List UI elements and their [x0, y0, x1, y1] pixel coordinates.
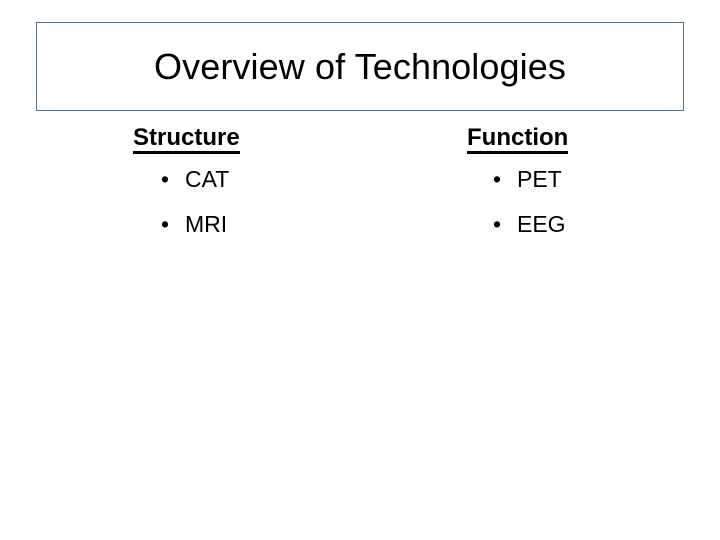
content-body: Structure • CAT • MRI Function • PET • E…	[36, 126, 684, 426]
column-heading-function: Function	[467, 126, 569, 154]
page-title: Overview of Technologies	[154, 45, 566, 87]
title-placeholder[interactable]: Overview of Technologies	[36, 22, 684, 111]
list-item-label: PET	[517, 166, 562, 192]
list-item: • CAT	[161, 168, 360, 191]
list-item: • EEG	[493, 213, 684, 236]
column-function: Function • PET • EEG	[360, 126, 684, 236]
column-heading-structure: Structure	[133, 126, 240, 154]
list-item-label: MRI	[185, 211, 228, 237]
list-item-label: EEG	[517, 211, 566, 237]
list-item-label: CAT	[185, 166, 230, 192]
bullet-list-function: • PET • EEG	[493, 168, 684, 236]
bullet-point-icon: •	[161, 211, 170, 237]
bullet-list-structure: • CAT • MRI	[161, 168, 360, 236]
bullet-point-icon: •	[161, 166, 170, 192]
column-structure: Structure • CAT • MRI	[36, 126, 360, 236]
list-item: • MRI	[161, 213, 360, 236]
bullet-point-icon: •	[493, 211, 502, 237]
slide-canvas: Overview of Technologies Structure • CAT…	[0, 0, 720, 540]
bullet-point-icon: •	[493, 166, 502, 192]
list-item: • PET	[493, 168, 684, 191]
